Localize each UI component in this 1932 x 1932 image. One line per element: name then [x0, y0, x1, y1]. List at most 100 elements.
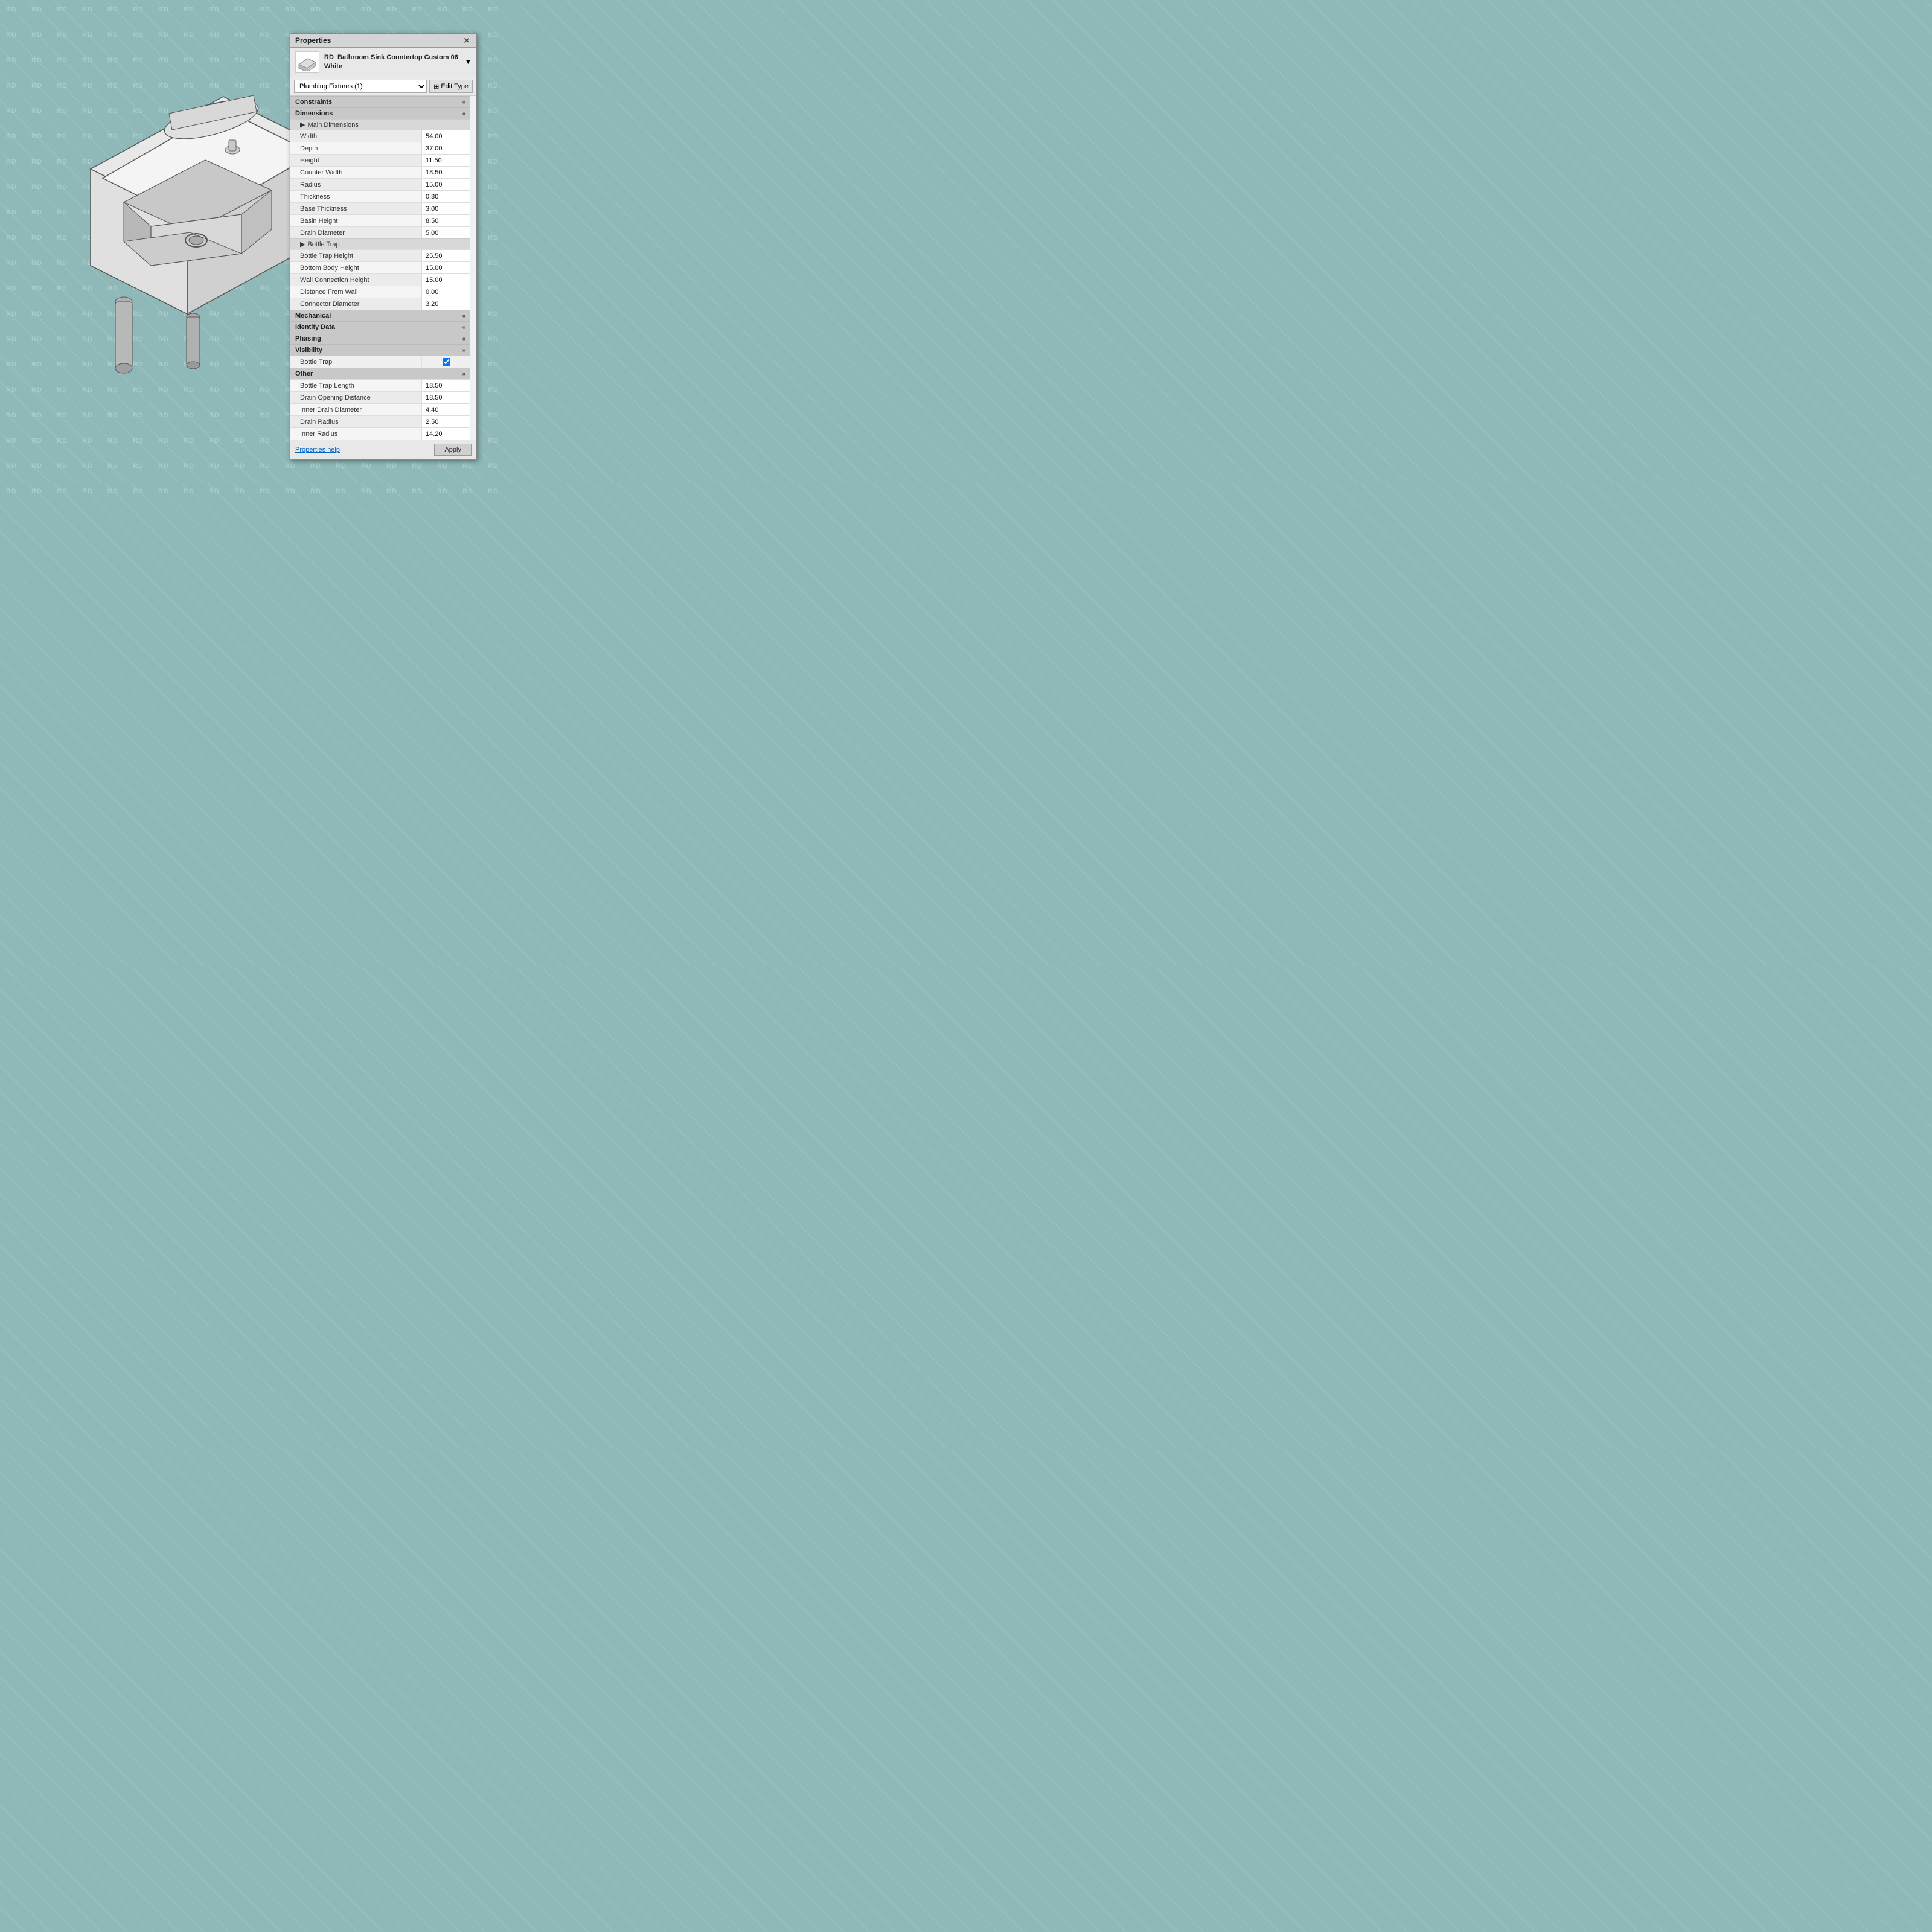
section-other-label: Other [295, 370, 313, 377]
sub-section-label: Main Dimensions [307, 121, 358, 129]
prop-row-basin-height: Basin Height 8.50 [290, 214, 470, 226]
panel-title: Properties [295, 36, 331, 45]
checkbox-row-bottle-trap: Bottle Trap [290, 356, 470, 368]
prop-value-distance-from-wall[interactable]: 0.00 [422, 286, 470, 298]
dimensions-collapse-icon: « [462, 110, 465, 117]
bottle-trap-expand-icon: ▶ [300, 240, 305, 248]
prop-value-wall-connection-height[interactable]: 15.00 [422, 274, 470, 286]
item-icon [295, 51, 319, 73]
prop-value-thickness[interactable]: 0.80 [422, 191, 470, 202]
prop-row-depth: Depth 37.00 [290, 142, 470, 154]
prop-label-bottle-trap-height: Bottle Trap Height [290, 250, 422, 261]
prop-row-inner-drain-diameter: Inner Drain Diameter 4.40 [290, 403, 470, 415]
bottle-trap-checkbox[interactable] [443, 358, 450, 366]
properties-panel: Properties ✕ RD_Bathroom Sink Countertop… [290, 33, 477, 460]
prop-value-inner-drain-diameter[interactable]: 4.40 [422, 404, 470, 415]
prop-row-drain-opening-distance: Drain Opening Distance 18.50 [290, 391, 470, 403]
checkbox-cell-bottle-trap [422, 357, 470, 367]
prop-label-connector-diameter: Connector Diameter [290, 298, 422, 310]
section-dimensions-label: Dimensions [295, 110, 333, 117]
prop-label-basin-height: Basin Height [290, 215, 422, 226]
prop-label-distance-from-wall: Distance From Wall [290, 286, 422, 298]
prop-label-wall-connection-height: Wall Connection Height [290, 274, 422, 286]
section-constraints[interactable]: Constraints « [290, 96, 470, 107]
item-name-line1: RD_Bathroom Sink Countertop Custom 06 [324, 53, 458, 62]
prop-value-basin-height[interactable]: 8.50 [422, 215, 470, 226]
prop-row-distance-from-wall: Distance From Wall 0.00 [290, 286, 470, 298]
prop-value-drain-opening-distance[interactable]: 18.50 [422, 392, 470, 403]
section-identity-data[interactable]: Identity Data « [290, 321, 470, 333]
close-button[interactable]: ✕ [462, 36, 472, 45]
section-mechanical-label: Mechanical [295, 312, 331, 319]
panel-titlebar: Properties ✕ [290, 34, 476, 48]
apply-button[interactable]: Apply [434, 444, 472, 456]
section-constraints-label: Constraints [295, 98, 332, 106]
prop-value-height[interactable]: 11.50 [422, 155, 470, 166]
properties-help-link[interactable]: Properties help [295, 446, 340, 453]
mechanical-collapse-icon: « [462, 313, 465, 319]
prop-label-radius: Radius [290, 179, 422, 190]
prop-value-radius[interactable]: 15.00 [422, 179, 470, 190]
section-phasing-label: Phasing [295, 335, 321, 342]
bottle-trap-label: Bottle Trap [307, 241, 339, 248]
prop-value-counter-width[interactable]: 18.50 [422, 167, 470, 178]
identity-collapse-icon: « [462, 324, 465, 331]
prop-row-bottle-trap-length: Bottle Trap Length 18.50 [290, 379, 470, 391]
prop-row-thickness: Thickness 0.80 [290, 190, 470, 202]
prop-value-width[interactable]: 54.00 [422, 130, 470, 142]
prop-label-inner-radius: Inner Radius [290, 428, 422, 440]
edit-type-button[interactable]: ⊞ Edit Type [429, 80, 473, 93]
prop-label-height: Height [290, 155, 422, 166]
panel-header: RD_Bathroom Sink Countertop Custom 06 Wh… [290, 48, 476, 77]
scroll-area: Constraints « Dimensions « ▶ Main Dimens… [290, 96, 476, 440]
prop-row-drain-radius: Drain Radius 2.50 [290, 415, 470, 427]
prop-value-drain-radius[interactable]: 2.50 [422, 416, 470, 427]
prop-value-drain-diameter[interactable]: 5.00 [422, 227, 470, 238]
section-dimensions[interactable]: Dimensions « [290, 107, 470, 119]
prop-value-connector-diameter[interactable]: 3.20 [422, 298, 470, 310]
section-mechanical[interactable]: Mechanical « [290, 310, 470, 321]
prop-value-depth[interactable]: 37.00 [422, 142, 470, 154]
checkbox-label-bottle-trap: Bottle Trap [290, 357, 422, 367]
prop-row-wall-connection-height: Wall Connection Height 15.00 [290, 273, 470, 286]
section-other[interactable]: Other » [290, 368, 470, 379]
header-scroll-indicator: ▼ [465, 59, 472, 66]
sub-section-main-dimensions[interactable]: ▶ Main Dimensions [290, 119, 470, 130]
section-identity-label: Identity Data [295, 324, 335, 331]
prop-row-drain-diameter: Drain Diameter 5.00 [290, 226, 470, 238]
edit-type-label: Edit Type [441, 83, 469, 90]
prop-label-bottle-trap-length: Bottle Trap Length [290, 380, 422, 391]
prop-row-bottle-trap-height: Bottle Trap Height 25.50 [290, 249, 470, 261]
prop-row-bottom-body-height: Bottom Body Height 15.00 [290, 261, 470, 273]
section-visibility-label: Visibility [295, 347, 322, 354]
prop-label-counter-width: Counter Width [290, 167, 422, 178]
prop-value-bottle-trap-length[interactable]: 18.50 [422, 380, 470, 391]
prop-label-inner-drain-diameter: Inner Drain Diameter [290, 404, 422, 415]
other-collapse-icon: » [462, 371, 465, 377]
prop-row-height: Height 11.50 [290, 154, 470, 166]
prop-label-drain-diameter: Drain Diameter [290, 227, 422, 238]
prop-value-inner-radius[interactable]: 14.20 [422, 428, 470, 440]
category-dropdown[interactable]: Plumbing Fixtures (1) [294, 80, 427, 93]
prop-row-base-thickness: Base Thickness 3.00 [290, 202, 470, 214]
panel-footer: Properties help Apply [290, 440, 476, 459]
prop-row-counter-width: Counter Width 18.50 [290, 166, 470, 178]
phasing-collapse-icon: « [462, 336, 465, 342]
prop-label-width: Width [290, 130, 422, 142]
item-name-line2: White [324, 62, 458, 71]
prop-label-drain-radius: Drain Radius [290, 416, 422, 427]
section-phasing[interactable]: Phasing « [290, 333, 470, 344]
prop-value-bottom-body-height[interactable]: 15.00 [422, 262, 470, 273]
prop-label-base-thickness: Base Thickness [290, 203, 422, 214]
prop-row-radius: Radius 15.00 [290, 178, 470, 190]
prop-row-connector-diameter: Connector Diameter 3.20 [290, 298, 470, 310]
prop-value-base-thickness[interactable]: 3.00 [422, 203, 470, 214]
sub-section-bottle-trap[interactable]: ▶ Bottle Trap [290, 238, 470, 249]
expand-icon: ▶ [300, 121, 305, 129]
prop-label-drain-opening-distance: Drain Opening Distance [290, 392, 422, 403]
visibility-collapse-icon: » [462, 347, 465, 354]
prop-value-bottle-trap-height[interactable]: 25.50 [422, 250, 470, 261]
item-info: RD_Bathroom Sink Countertop Custom 06 Wh… [324, 53, 458, 72]
section-visibility[interactable]: Visibility » [290, 344, 470, 356]
edit-icon: ⊞ [433, 83, 439, 91]
